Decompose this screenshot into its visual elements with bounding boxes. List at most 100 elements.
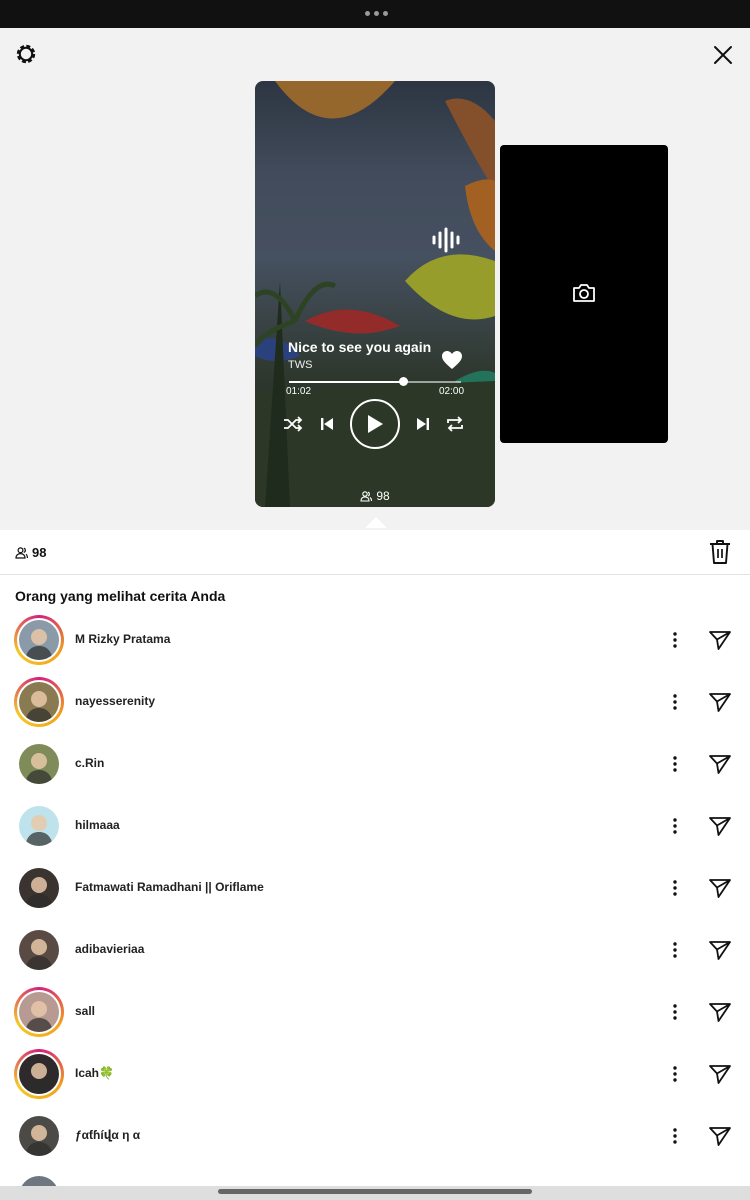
more-vertical-icon <box>673 818 677 834</box>
send-message-button[interactable] <box>707 690 733 714</box>
more-vertical-icon <box>673 756 677 772</box>
viewer-name: M Rizky Pratama <box>75 632 171 646</box>
avatar[interactable] <box>19 620 59 660</box>
play-button[interactable] <box>350 399 400 449</box>
list-item[interactable]: Fatmawati Ramadhani || Oriflame <box>0 857 750 919</box>
audio-wave-icon[interactable] <box>431 227 461 253</box>
more-vertical-icon <box>673 1128 677 1144</box>
more-vertical-icon <box>673 942 677 958</box>
story-ring[interactable] <box>14 677 64 727</box>
viewer-name: Icah🍀 <box>75 1066 114 1080</box>
delete-story-button[interactable] <box>708 539 732 565</box>
skip-back-icon <box>321 418 333 430</box>
more-vertical-icon <box>673 1004 677 1020</box>
avatar[interactable] <box>19 930 59 970</box>
send-message-button[interactable] <box>707 752 733 776</box>
repeat-icon <box>447 416 463 432</box>
heart-icon[interactable] <box>441 350 463 370</box>
send-message-button[interactable] <box>707 814 733 838</box>
avatar[interactable] <box>19 682 59 722</box>
time-elapsed: 01:02 <box>286 386 312 397</box>
story-card[interactable]: Nice to see you again TWS 01:02 02:00 98 <box>255 81 495 507</box>
list-item[interactable]: ƒαƭɦíվα η α <box>0 1105 750 1167</box>
send-message-button[interactable] <box>707 628 733 652</box>
avatar[interactable] <box>19 992 59 1032</box>
send-icon <box>709 941 731 960</box>
time-total: 02:00 <box>439 386 465 397</box>
story-ring[interactable] <box>14 615 64 665</box>
send-icon <box>709 817 731 836</box>
list-item[interactable]: c.Rin <box>0 733 750 795</box>
skip-forward-icon <box>417 418 429 430</box>
avatar[interactable] <box>19 744 59 784</box>
song-progress-knob[interactable] <box>398 377 408 386</box>
viewer-name: Fatmawati Ramadhani || Oriflame <box>75 880 264 894</box>
more-options-button[interactable] <box>664 1062 686 1086</box>
viewer-name: ƒαƭɦíվα η α <box>75 1128 141 1142</box>
repeat-button[interactable] <box>443 414 467 434</box>
more-options-button[interactable] <box>664 938 686 962</box>
viewer-name: adibavieriaa <box>75 942 145 956</box>
list-item[interactable]: adibavieriaa <box>0 919 750 981</box>
send-icon <box>709 1127 731 1146</box>
list-item[interactable]: M Rizky Pratama <box>0 609 750 671</box>
list-item[interactable]: nayesserenity <box>0 671 750 733</box>
status-bar <box>0 0 750 28</box>
settings-button[interactable] <box>12 40 40 68</box>
avatar[interactable] <box>19 806 59 846</box>
story-preview-area: Nice to see you again TWS 01:02 02:00 98 <box>0 28 750 530</box>
more-options-button[interactable] <box>664 876 686 900</box>
more-options-button[interactable] <box>664 690 686 714</box>
send-icon <box>709 693 731 712</box>
close-button[interactable] <box>708 40 738 70</box>
viewer-name: hilmaaa <box>75 818 120 832</box>
send-message-button[interactable] <box>707 1062 733 1086</box>
more-options-button[interactable] <box>664 1000 686 1024</box>
more-vertical-icon <box>673 632 677 648</box>
home-bar-area <box>0 1186 750 1200</box>
previous-button[interactable] <box>317 414 337 434</box>
avatar[interactable] <box>19 1054 59 1094</box>
more-options-button[interactable] <box>664 628 686 652</box>
list-item[interactable]: sall <box>0 981 750 1043</box>
story-ring[interactable] <box>14 1049 64 1099</box>
send-message-button[interactable] <box>707 1124 733 1148</box>
viewers-sheet: 98 Orang yang melihat cerita Anda M Rizk… <box>0 530 750 1200</box>
story-ring[interactable] <box>14 987 64 1037</box>
story-ring-gap <box>17 990 61 1034</box>
more-options-button[interactable] <box>664 752 686 776</box>
more-vertical-icon <box>673 694 677 710</box>
viewer-name: c.Rin <box>75 756 105 770</box>
send-icon <box>709 879 731 898</box>
more-options-button[interactable] <box>664 1124 686 1148</box>
avatar[interactable] <box>19 868 59 908</box>
viewer-name: nayesserenity <box>75 694 156 708</box>
home-indicator[interactable] <box>218 1189 532 1194</box>
viewer-count-label: 98 <box>32 545 47 560</box>
add-story-card[interactable] <box>500 145 668 443</box>
card-viewer-count-label: 98 <box>376 489 390 503</box>
more-options-button[interactable] <box>664 814 686 838</box>
list-item[interactable]: Icah🍀 <box>0 1043 750 1105</box>
story-ring-gap <box>17 680 61 724</box>
send-icon <box>709 755 731 774</box>
avatar[interactable] <box>19 1116 59 1156</box>
camera-icon <box>573 284 595 302</box>
viewer-name: sall <box>75 1004 96 1018</box>
send-message-button[interactable] <box>707 1000 733 1024</box>
play-icon <box>368 415 383 433</box>
viewer-list: M Rizky Pratama nayesserenity c.Rin hilm… <box>0 609 750 1167</box>
song-progress-bar[interactable] <box>289 377 461 386</box>
gear-icon <box>16 44 36 64</box>
send-icon <box>709 1003 731 1022</box>
viewer-count: 98 <box>15 545 46 560</box>
send-message-button[interactable] <box>707 938 733 962</box>
send-icon <box>709 1065 731 1084</box>
card-viewer-count[interactable]: 98 <box>255 489 495 503</box>
next-button[interactable] <box>413 414 433 434</box>
send-message-button[interactable] <box>707 876 733 900</box>
shuffle-button[interactable] <box>282 414 304 434</box>
trash-icon <box>710 540 730 564</box>
list-item[interactable]: hilmaaa <box>0 795 750 857</box>
multitasking-dots-icon[interactable] <box>365 11 388 16</box>
